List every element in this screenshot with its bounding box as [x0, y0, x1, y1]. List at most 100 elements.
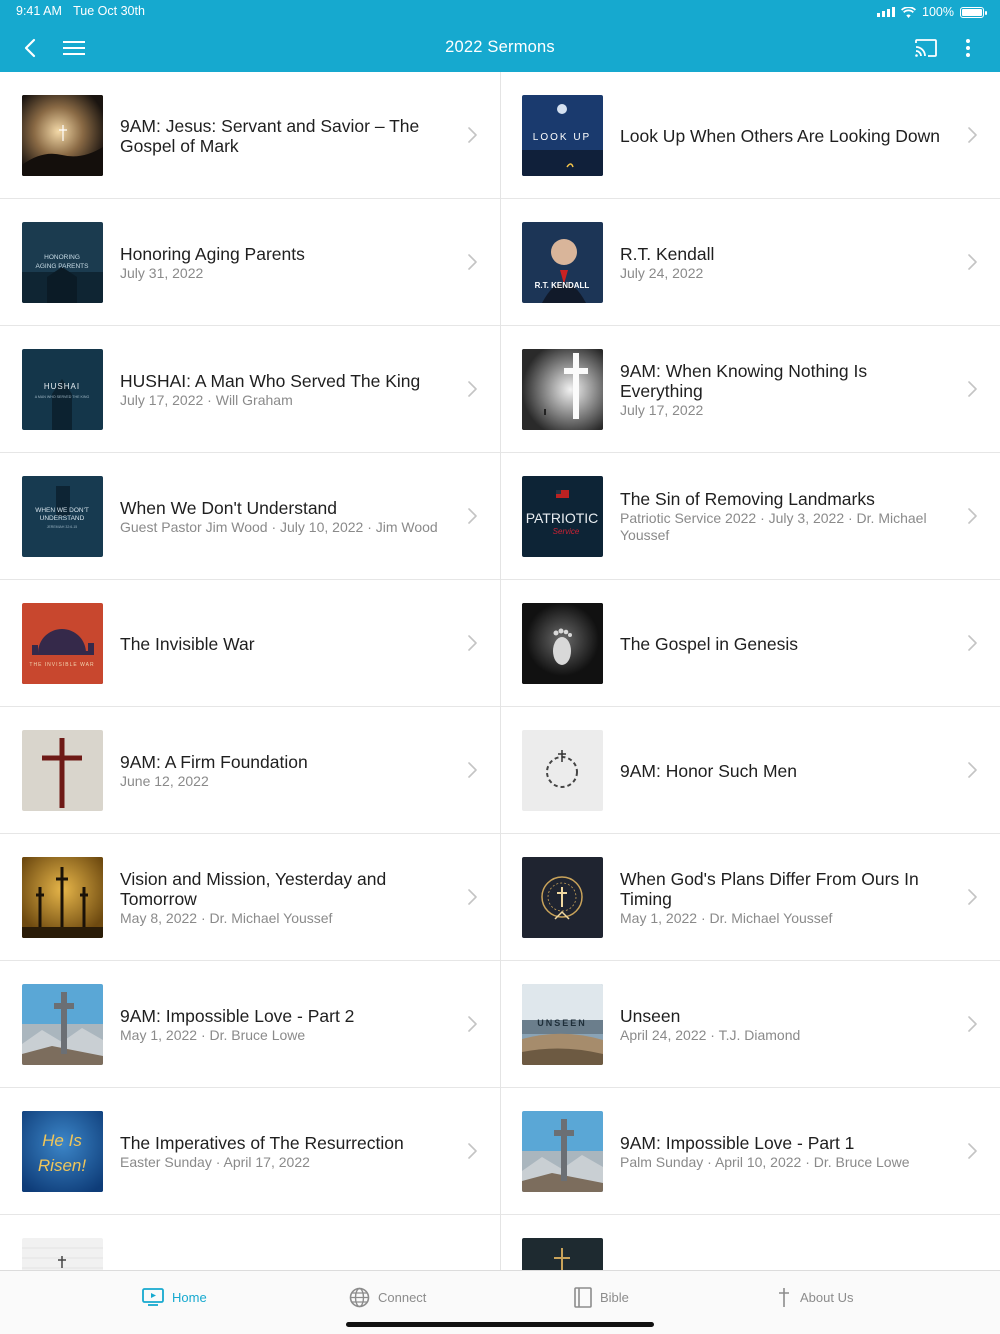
cellular-signal-icon	[877, 7, 896, 17]
book-icon	[574, 1286, 592, 1308]
sermon-artwork	[22, 730, 103, 811]
sermon-title: The Imperatives of The Resurrection	[120, 1132, 404, 1153]
sermon-thumbnail: UNSEEN UNSEEN	[522, 984, 603, 1065]
chevron-right-icon	[968, 127, 977, 143]
sermon-meta: April 24, 2022 · T.J. Diamond	[620, 1026, 801, 1043]
chevron-right-icon	[968, 1143, 977, 1159]
home-indicator	[346, 1322, 654, 1327]
sermon-thumbnail: HUSHAI A MAN WHO SERVED THE KING HUSHAI	[22, 349, 103, 430]
sermon-artwork: THE INVISIBLE WAR	[22, 603, 103, 684]
svg-text:A MAN WHO SERVED THE KING: A MAN WHO SERVED THE KING	[35, 395, 90, 399]
chevron-right-icon	[468, 889, 477, 905]
sermon-title: R.T. Kendall	[620, 243, 715, 264]
sermon-title: The Gospel in Genesis	[620, 633, 799, 654]
sermon-artwork: UNSEEN	[522, 984, 603, 1065]
sermon-item[interactable]: 9AM: A Firm Foundation June 12, 2022	[0, 707, 500, 834]
svg-text:LOOK UP: LOOK UP	[533, 132, 591, 143]
sermon-text: When We Don't Understand Guest Pastor Ji…	[120, 453, 448, 580]
svg-text:HONORING: HONORING	[44, 254, 80, 261]
sermon-item[interactable]: HONORING AGING PARENTS HONORING AGING PAR…	[0, 199, 500, 326]
sermon-text: When God's Plans Differ From Ours In Tim…	[620, 834, 948, 961]
sermon-artwork: HUSHAI A MAN WHO SERVED THE KING	[22, 349, 103, 430]
sermon-thumbnail: WHEN WE DON'T UNDERSTAND JEREMIAH 32:6-15 …	[22, 476, 103, 557]
sermon-item[interactable]: 9AM: Everyday Heroes	[0, 1215, 500, 1270]
chevron-right-icon	[468, 254, 477, 270]
sermon-artwork	[522, 1111, 603, 1192]
sermon-item[interactable]: 9AM: When Knowing Nothing Is Everything …	[500, 326, 1000, 453]
sermon-text	[620, 1215, 948, 1270]
sermon-thumbnail: THE INVISIBLE WAR THE INVISIBLE WAR	[22, 603, 103, 684]
sermon-item[interactable]: He Is Risen! He Is Risen! The Imperatives…	[0, 1088, 500, 1215]
sermon-title: Look Up When Others Are Looking Down	[620, 125, 941, 146]
sermon-item[interactable]: Vision and Mission, Yesterday and Tomorr…	[0, 834, 500, 961]
sermon-text: Unseen April 24, 2022 · T.J. Diamond	[620, 961, 948, 1088]
svg-text:UNDERSTAND: UNDERSTAND	[40, 515, 85, 522]
sermon-thumbnail	[22, 984, 103, 1065]
sermon-item[interactable]: 9AM: Impossible Love - Part 1 Palm Sunda…	[500, 1088, 1000, 1215]
sermon-text: The Gospel in Genesis	[620, 580, 948, 707]
sermon-meta: July 17, 2022	[620, 401, 704, 418]
chevron-right-icon	[968, 635, 977, 651]
sermon-title: Unseen	[620, 1005, 681, 1026]
sermon-artwork: R.T. KENDALL	[522, 222, 603, 303]
tab-connect[interactable]: Connect	[349, 1285, 426, 1309]
sermon-artwork	[22, 1238, 103, 1270]
svg-text:Service: Service	[553, 527, 580, 536]
chevron-right-icon	[968, 254, 977, 270]
svg-text:R.T. KENDALL: R.T. KENDALL	[535, 281, 590, 290]
sermon-title: 9AM: Impossible Love - Part 1	[620, 1132, 855, 1153]
sermon-title: 9AM: When Knowing Nothing Is Everything	[620, 360, 868, 401]
tab-bible[interactable]: Bible	[574, 1285, 629, 1309]
sermon-thumbnail	[522, 857, 603, 938]
sermon-item[interactable]: The Gospel in Genesis	[500, 580, 1000, 707]
sermon-item[interactable]: 9AM: Jesus: Servant and Savior – The Gos…	[0, 72, 500, 199]
sermon-artwork	[522, 730, 603, 811]
sermon-meta: June 12, 2022	[120, 772, 209, 789]
sermon-meta: May 1, 2022 · Dr. Michael Youssef	[620, 909, 833, 926]
tab-about[interactable]: About Us	[776, 1285, 853, 1309]
sermon-item[interactable]: THE INVISIBLE WAR THE INVISIBLE WAR The …	[0, 580, 500, 707]
svg-text:Risen!: Risen!	[38, 1156, 86, 1175]
sermon-artwork	[522, 857, 603, 938]
sermon-item[interactable]: WHEN WE DON'T UNDERSTAND JEREMIAH 32:6-15 …	[0, 453, 500, 580]
sermon-artwork	[522, 603, 603, 684]
sermon-artwork	[522, 349, 603, 430]
sermon-thumbnail	[22, 730, 103, 811]
sermon-artwork	[22, 95, 103, 176]
sermon-item[interactable]: 9AM: Impossible Love - Part 2 May 1, 202…	[0, 961, 500, 1088]
more-vertical-icon	[966, 39, 970, 57]
sermon-text: R.T. Kendall July 24, 2022	[620, 199, 948, 326]
sermon-item[interactable]	[500, 1215, 1000, 1270]
sermon-text: The Imperatives of The Resurrection East…	[120, 1088, 448, 1215]
sermon-title: Vision and Mission, Yesterday and Tomorr…	[120, 868, 387, 909]
sermon-title: The Sin of Removing Landmarks	[620, 489, 875, 509]
sermon-title: The Invisible War	[120, 633, 255, 654]
sermon-artwork: PATRIOTICService	[522, 476, 603, 557]
tab-bible-label: Bible	[600, 1289, 629, 1305]
tab-bar: Home Connect Bible About Us	[0, 1270, 1000, 1334]
sermon-item[interactable]: LOOK UP LOOK UP Look Up When Others Are …	[500, 72, 1000, 199]
cast-button[interactable]	[910, 32, 942, 64]
tab-home[interactable]: Home	[142, 1285, 207, 1309]
cast-icon	[915, 39, 937, 57]
sermon-thumbnail	[22, 857, 103, 938]
sermon-item[interactable]: 9AM: Honor Such Men	[500, 707, 1000, 834]
sermon-item[interactable]: UNSEEN UNSEEN Unseen April 24, 2022 · T.…	[500, 961, 1000, 1088]
sermon-item[interactable]: PATRIOTICService PATRIOTIC The Sin of Re…	[500, 453, 1000, 580]
more-button[interactable]	[952, 32, 984, 64]
sermon-thumbnail: R.T. KENDALL R.T. KENDALL	[522, 222, 603, 303]
sermon-item[interactable]: When God's Plans Differ From Ours In Tim…	[500, 834, 1000, 961]
sermon-meta: May 8, 2022 · Dr. Michael Youssef	[120, 909, 333, 926]
sermon-title: 9AM: Jesus: Servant and Savior – The Gos…	[120, 115, 420, 156]
tv-icon	[142, 1288, 164, 1306]
chevron-right-icon	[468, 1143, 477, 1159]
sermon-meta: May 1, 2022 · Dr. Bruce Lowe	[120, 1026, 306, 1043]
sermon-thumbnail: LOOK UP LOOK UP	[522, 95, 603, 176]
sermon-item[interactable]: HUSHAI A MAN WHO SERVED THE KING HUSHAI H…	[0, 326, 500, 453]
sermon-item[interactable]: R.T. KENDALL R.T. KENDALL R.T. Kendall J…	[500, 199, 1000, 326]
sermon-grid: 9AM: Jesus: Servant and Savior – The Gos…	[0, 72, 1000, 1270]
sermon-artwork: He Is Risen!	[22, 1111, 103, 1192]
sermon-title: When We Don't Understand	[120, 497, 338, 518]
sermon-text: Honoring Aging Parents July 31, 2022	[120, 199, 448, 326]
sermon-artwork	[522, 1238, 603, 1270]
